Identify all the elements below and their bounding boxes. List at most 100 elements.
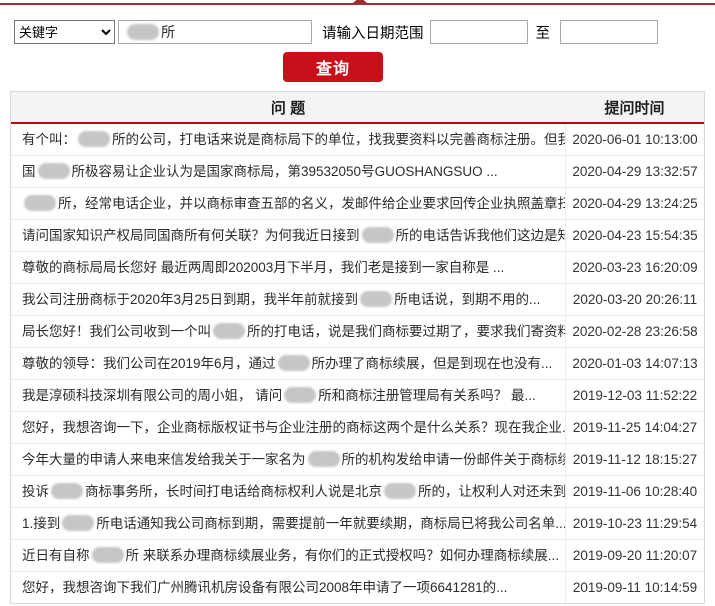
redacted-text	[360, 291, 393, 307]
time-cell: 2019-09-20 11:20:07	[572, 548, 698, 563]
time-cell: 2020-01-03 14:07:13	[572, 356, 698, 371]
question-text: 所办理了商标续展，但是到现在也没有...	[311, 356, 553, 371]
question-text: 所 来联系办理商标续展业务，有你们的正式授权吗？如何办理商标续展...	[125, 548, 560, 563]
active-tab-arrow-icon	[353, 0, 367, 3]
field-type-select[interactable]: 关键字	[14, 20, 115, 44]
table-row[interactable]: 有个叫： 所的公司，打电话来说是商标局下的单位，找我要资料以完善商标注册。但我..…	[11, 124, 704, 156]
redacted-text	[37, 163, 70, 179]
table-row[interactable]: 国 所极容易让企业认为是国家商标局，第39532050号GUOSHANGSUO .…	[11, 156, 704, 188]
date-to-input[interactable]	[560, 20, 658, 44]
question-text: 投诉	[22, 484, 49, 499]
table-row[interactable]: 今年大量的申请人来电来信发给我关于一家名为 所的机构发给申请一份邮件关于商标续..…	[11, 444, 704, 476]
time-cell: 2019-10-23 11:29:54	[572, 516, 698, 531]
question-text: 尊敬的领导：我们公司在2019年6月，通过	[22, 356, 276, 371]
question-text: 我公司注册商标于2020年3月25日到期，我半年前就接到	[22, 292, 359, 307]
question-text: 国	[22, 164, 36, 179]
time-cell: 2020-04-29 13:32:57	[572, 164, 698, 179]
question-text: 您好，我想咨询下我们广州腾讯机房设备有限公司2008年申请了一项6641281的…	[22, 580, 508, 595]
top-divider-line	[0, 0, 715, 5]
table-row[interactable]: 局长您好！我们公司收到一个叫 所的打电话，说是我们商标要过期了，要求我们寄资料..…	[11, 316, 704, 348]
question-text: 所	[161, 24, 175, 40]
question-cell[interactable]: 有个叫： 所的公司，打电话来说是商标局下的单位，找我要资料以完善商标注册。但我..…	[11, 124, 566, 155]
question-cell[interactable]: 1.接到 所电话通知我公司商标到期，需要提前一年就要续期，商标局已将我公司名单..…	[11, 508, 566, 539]
question-text: 商标事务所，长时间打电话给商标权利人说是北京	[85, 484, 382, 499]
question-text: 有个叫：	[22, 132, 76, 147]
time-cell: 2020-03-23 16:20:09	[572, 260, 698, 275]
results-table: 问 题 提问时间 有个叫： 所的公司，打电话来说是商标局下的单位，找我要资料以完善…	[10, 91, 705, 604]
time-cell: 2019-11-06 10:28:40	[572, 484, 698, 499]
search-form: 关键字 所 请输入日期范围 至	[14, 20, 658, 44]
question-text: 您好，我想咨询一下，企业商标版权证书与企业注册的商标这两个是什么关系？现在我企业…	[22, 420, 566, 435]
table-row[interactable]: 请问国家知识产权局同国商所有何关联？为何我近日接到 所的电话告诉我他们这边是知..…	[11, 220, 704, 252]
table-row[interactable]: 近日有自称 所 来联系办理商标续展业务，有你们的正式授权吗？如何办理商标续展...…	[11, 540, 704, 572]
redacted-text	[213, 323, 245, 339]
table-row[interactable]: 您好，我想咨询一下，企业商标版权证书与企业注册的商标这两个是什么关系？现在我企业…	[11, 412, 704, 444]
redacted-text	[361, 227, 394, 243]
time-cell: 2020-02-28 23:26:58	[572, 324, 698, 339]
redacted-text	[127, 24, 159, 40]
table-row[interactable]: 尊敬的商标局局长您好 最近两周即202003月下半月，我们老是接到一家自称是 .…	[11, 252, 704, 284]
table-row[interactable]: 投诉 商标事务所，长时间打电话给商标权利人说是北京 所的，让权利人对还未到续... 2…	[11, 476, 704, 508]
question-text: 所极容易让企业认为是国家商标局，第39532050号GUOSHANGSUO ..…	[71, 164, 498, 179]
question-text: 所，经常电话企业，并以商标审查五部的名义，发邮件给企业要求回传企业执照盖章扫..…	[58, 196, 566, 211]
redacted-text	[307, 451, 340, 467]
redacted-text	[24, 195, 56, 211]
question-text: 所的电话告诉我他们这边是知...	[395, 228, 566, 243]
question-text: 我是淳硕科技深圳有限公司的周小姐， 请问	[22, 388, 283, 403]
button-row: 查询	[0, 52, 666, 82]
redacted-text	[51, 483, 83, 499]
table-row[interactable]: 您好，我想咨询下我们广州腾讯机房设备有限公司2008年申请了一项6641281的…	[11, 572, 704, 603]
redacted-text	[384, 483, 416, 499]
time-cell: 2020-03-20 20:26:11	[572, 292, 698, 307]
question-cell[interactable]: 尊敬的商标局局长您好 最近两周即202003月下半月，我们老是接到一家自称是 .…	[11, 252, 566, 283]
question-cell[interactable]: 我是淳硕科技深圳有限公司的周小姐， 请问 所和商标注册管理局有关系吗？ 最...	[11, 380, 566, 411]
search-button[interactable]: 查询	[282, 52, 383, 82]
redacted-text	[78, 131, 110, 147]
question-cell[interactable]: 尊敬的领导：我们公司在2019年6月，通过 所办理了商标续展，但是到现在也没有..…	[11, 348, 566, 379]
redacted-text	[284, 387, 317, 403]
time-column-header: 提问时间	[604, 99, 665, 117]
question-text: 尊敬的商标局局长您好 最近两周即202003月下半月，我们老是接到一家自称是 .…	[22, 260, 505, 275]
time-cell: 2019-11-12 18:15:27	[572, 452, 698, 467]
redacted-text	[91, 547, 124, 563]
question-text: 近日有自称	[22, 548, 90, 563]
table-row[interactable]: 我公司注册商标于2020年3月25日到期，我半年前就接到 所电话说，到期不用的..…	[11, 284, 704, 316]
keyword-input[interactable]: 所	[118, 20, 312, 44]
question-text: 1.接到	[22, 516, 61, 531]
table-row[interactable]: 1.接到 所电话通知我公司商标到期，需要提前一年就要续期，商标局已将我公司名单..…	[11, 508, 704, 540]
question-cell[interactable]: 您好，我想咨询下我们广州腾讯机房设备有限公司2008年申请了一项6641281的…	[11, 572, 566, 603]
question-column-header: 问 题	[270, 99, 306, 117]
time-cell: 2019-12-03 11:52:22	[572, 388, 698, 403]
question-text: 所电话说，到期不用的...	[394, 292, 541, 307]
redacted-text	[62, 515, 95, 531]
question-text: 所的公司，打电话来说是商标局下的单位，找我要资料以完善商标注册。但我...	[112, 132, 566, 147]
date-range-label: 请输入日期范围	[322, 25, 424, 42]
time-cell: 2019-11-25 14:04:27	[572, 420, 698, 435]
question-text: 所的机构发给申请一份邮件关于商标续...	[341, 452, 566, 467]
table-row[interactable]: 我是淳硕科技深圳有限公司的周小姐， 请问 所和商标注册管理局有关系吗？ 最... 2…	[11, 380, 704, 412]
question-cell[interactable]: 投诉 商标事务所，长时间打电话给商标权利人说是北京 所的，让权利人对还未到续...	[11, 476, 566, 507]
question-cell[interactable]: 所，经常电话企业，并以商标审查五部的名义，发邮件给企业要求回传企业执照盖章扫..…	[11, 188, 566, 219]
question-cell[interactable]: 请问国家知识产权局同国商所有何关联？为何我近日接到 所的电话告诉我他们这边是知..…	[11, 220, 566, 251]
question-cell[interactable]: 国 所极容易让企业认为是国家商标局，第39532050号GUOSHANGSUO .…	[11, 156, 566, 187]
redacted-text	[277, 355, 310, 371]
question-cell[interactable]: 今年大量的申请人来电来信发给我关于一家名为 所的机构发给申请一份邮件关于商标续..…	[11, 444, 566, 475]
question-cell[interactable]: 您好，我想咨询一下，企业商标版权证书与企业注册的商标这两个是什么关系？现在我企业…	[11, 412, 566, 443]
question-text: 局长您好！我们公司收到一个叫	[22, 324, 211, 339]
question-text: 所和商标注册管理局有关系吗？ 最...	[318, 388, 536, 403]
question-text: 所的打电话，说是我们商标要过期了，要求我们寄资料...	[247, 324, 566, 339]
time-cell: 2020-06-01 10:13:00	[572, 132, 698, 147]
table-body: 有个叫： 所的公司，打电话来说是商标局下的单位，找我要资料以完善商标注册。但我..…	[11, 124, 704, 603]
range-separator-label: 至	[535, 25, 551, 42]
question-text: 所的，让权利人对还未到续...	[418, 484, 566, 499]
question-cell[interactable]: 近日有自称 所 来联系办理商标续展业务，有你们的正式授权吗？如何办理商标续展...	[11, 540, 566, 571]
question-cell[interactable]: 局长您好！我们公司收到一个叫 所的打电话，说是我们商标要过期了，要求我们寄资料..…	[11, 316, 566, 347]
table-row[interactable]: 尊敬的领导：我们公司在2019年6月，通过 所办理了商标续展，但是到现在也没有..…	[11, 348, 704, 380]
table-row[interactable]: 所，经常电话企业，并以商标审查五部的名义，发邮件给企业要求回传企业执照盖章扫..…	[11, 188, 704, 220]
time-cell: 2019-09-11 10:14:59	[572, 580, 698, 595]
question-text: 请问国家知识产权局同国商所有何关联？为何我近日接到	[22, 228, 360, 243]
date-from-input[interactable]	[429, 20, 528, 44]
time-cell: 2020-04-29 13:24:25	[572, 196, 698, 211]
question-cell[interactable]: 我公司注册商标于2020年3月25日到期，我半年前就接到 所电话说，到期不用的..…	[11, 284, 566, 315]
question-text: 今年大量的申请人来电来信发给我关于一家名为	[22, 452, 306, 467]
